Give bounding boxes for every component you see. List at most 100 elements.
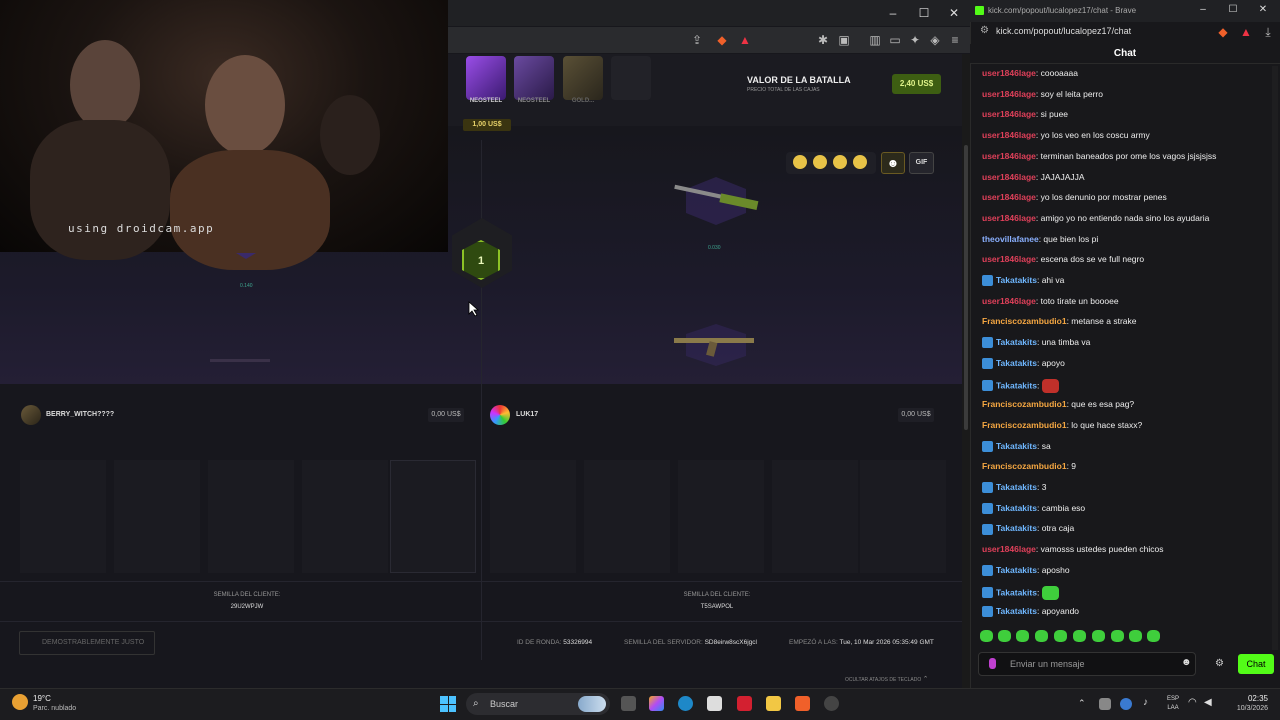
emote-icon[interactable] bbox=[1035, 630, 1048, 642]
vpn-icon[interactable]: ◈ bbox=[927, 32, 943, 48]
brave-shield-icon[interactable]: ◆ bbox=[714, 32, 730, 48]
minimize-button[interactable]: – bbox=[886, 6, 900, 20]
emote-icon[interactable] bbox=[980, 630, 993, 642]
emote-icon[interactable] bbox=[1147, 630, 1160, 642]
gif-button[interactable]: GIF bbox=[909, 152, 934, 174]
close-button[interactable]: ✕ bbox=[947, 6, 961, 20]
chat-rewards-icon[interactable]: ▲ bbox=[1238, 24, 1254, 40]
emoji-icon[interactable]: ☻ bbox=[881, 152, 905, 174]
chat-username[interactable]: Takatakits bbox=[996, 587, 1037, 597]
emote-icon[interactable] bbox=[1073, 630, 1086, 642]
chat-username[interactable]: Takatakits bbox=[996, 275, 1037, 285]
site-info-icon[interactable]: ⚙ bbox=[980, 25, 989, 36]
reaction-emoji-1[interactable] bbox=[793, 155, 807, 169]
download-icon[interactable]: ⤓ bbox=[1260, 24, 1276, 40]
tray-app-icon[interactable] bbox=[1099, 698, 1111, 710]
chat-emote-icon[interactable] bbox=[1041, 378, 1059, 393]
leo-icon[interactable]: ✦ bbox=[907, 32, 923, 48]
wallet-icon[interactable]: ▭ bbox=[887, 32, 903, 48]
chat-username[interactable]: user1846lage bbox=[982, 151, 1036, 161]
wps-icon[interactable] bbox=[737, 696, 752, 711]
provably-fair-button[interactable]: DEMOSTRABLEMENTE JUSTO bbox=[19, 631, 155, 655]
wifi-icon[interactable]: ◠ bbox=[1188, 697, 1197, 708]
chat-maximize-button[interactable]: ☐ bbox=[1226, 4, 1240, 15]
reaction-emoji-3[interactable] bbox=[833, 155, 847, 169]
chat-username[interactable]: Franciscozambudio1 bbox=[982, 399, 1067, 409]
chat-username[interactable]: Franciscozambudio1 bbox=[982, 420, 1067, 430]
reaction-emoji-4[interactable] bbox=[853, 155, 867, 169]
tray-chevron-icon[interactable]: ⌃ bbox=[1078, 698, 1086, 709]
chat-username[interactable]: user1846lage bbox=[982, 192, 1036, 202]
weather-icon[interactable] bbox=[12, 694, 28, 710]
tab-search-icon[interactable]: ▣ bbox=[836, 32, 852, 48]
microphone-tray-icon[interactable]: ♪ bbox=[1143, 697, 1148, 708]
chat-username[interactable]: Takatakits bbox=[996, 441, 1037, 451]
chat-username[interactable]: user1846lage bbox=[982, 544, 1036, 554]
reaction-emoji-2[interactable] bbox=[813, 155, 827, 169]
emote-icon[interactable] bbox=[1016, 630, 1029, 642]
chat-username[interactable]: Franciscozambudio1 bbox=[982, 461, 1067, 471]
page-scroll-thumb[interactable] bbox=[964, 145, 968, 430]
edge-icon[interactable] bbox=[678, 696, 693, 711]
copilot-icon[interactable] bbox=[649, 696, 664, 711]
player-avatar-1[interactable] bbox=[21, 405, 41, 425]
chat-username[interactable]: user1846lage bbox=[982, 130, 1036, 140]
windows-start-icon[interactable] bbox=[440, 696, 456, 712]
chat-minimize-button[interactable]: – bbox=[1196, 4, 1210, 15]
microphone-icon[interactable] bbox=[989, 658, 996, 669]
language-indicator[interactable]: ESP LAA bbox=[1164, 695, 1182, 713]
chat-username[interactable]: Takatakits bbox=[996, 606, 1037, 616]
chat-username[interactable]: user1846lage bbox=[982, 68, 1036, 78]
player-avatar-2[interactable] bbox=[490, 405, 510, 425]
chat-username[interactable]: Takatakits bbox=[996, 523, 1037, 533]
chat-username[interactable]: user1846lage bbox=[982, 89, 1036, 99]
store-icon[interactable] bbox=[707, 696, 722, 711]
task-view-icon[interactable] bbox=[621, 696, 636, 711]
chat-username[interactable]: Takatakits bbox=[996, 358, 1037, 368]
chat-username[interactable]: Takatakits bbox=[996, 337, 1037, 347]
case-thumb-2[interactable] bbox=[514, 56, 554, 100]
chat-close-button[interactable]: ✕ bbox=[1256, 4, 1270, 15]
chat-brave-shield-icon[interactable]: ◆ bbox=[1215, 24, 1231, 40]
chat-username[interactable]: user1846lage bbox=[982, 109, 1036, 119]
chat-username[interactable]: Takatakits bbox=[996, 380, 1037, 390]
extensions-icon[interactable]: ✱ bbox=[815, 32, 831, 48]
chat-username[interactable]: user1846lage bbox=[982, 213, 1036, 223]
hide-shortcuts-toggle[interactable]: OCULTAR ATAJOS DE TECLADO ⌃ bbox=[845, 675, 928, 683]
obs-icon[interactable] bbox=[824, 696, 839, 711]
emote-icon[interactable] bbox=[1111, 630, 1124, 642]
emoji-picker-icon[interactable]: ☻ bbox=[1181, 657, 1192, 668]
share-icon[interactable]: ⇪ bbox=[689, 32, 705, 48]
chat-username[interactable]: user1846lage bbox=[982, 172, 1036, 182]
sidebar-icon[interactable]: ▥ bbox=[867, 32, 883, 48]
chat-username[interactable]: theovillafanee bbox=[982, 234, 1039, 244]
send-chat-button[interactable]: Chat bbox=[1238, 654, 1274, 674]
weather-condition[interactable]: Parc. nublado bbox=[33, 705, 76, 712]
file-explorer-icon[interactable] bbox=[766, 696, 781, 711]
chat-username[interactable]: Takatakits bbox=[996, 565, 1037, 575]
player-name-1[interactable]: BERRY_WITCH???? bbox=[46, 411, 114, 418]
menu-icon[interactable]: ≡ bbox=[947, 32, 963, 48]
weather-temperature[interactable]: 19°C bbox=[33, 694, 51, 703]
maximize-button[interactable]: ☐ bbox=[917, 6, 931, 20]
emote-icon[interactable] bbox=[1092, 630, 1105, 642]
chat-url[interactable]: kick.com/popout/lucalopez17/chat bbox=[996, 26, 1131, 36]
case-thumb-3[interactable] bbox=[563, 56, 603, 100]
brave-rewards-icon[interactable]: ▲ bbox=[737, 32, 753, 48]
tray-network-app-icon[interactable] bbox=[1120, 698, 1132, 710]
gear-icon[interactable]: ⚙ bbox=[1215, 658, 1224, 669]
chat-username[interactable]: Takatakits bbox=[996, 503, 1037, 513]
case-thumb-4[interactable] bbox=[611, 56, 651, 100]
chat-emote-icon[interactable] bbox=[1041, 585, 1059, 600]
emote-icon[interactable] bbox=[1129, 630, 1142, 642]
chat-scrollbar[interactable] bbox=[1272, 66, 1278, 650]
chat-username[interactable]: user1846lage bbox=[982, 254, 1036, 264]
case-thumb-1[interactable] bbox=[466, 56, 506, 100]
taskbar-date[interactable]: 10/3/2026 bbox=[1216, 705, 1268, 712]
emote-icon[interactable] bbox=[998, 630, 1011, 642]
chat-username[interactable]: user1846lage bbox=[982, 296, 1036, 306]
taskbar-clock[interactable]: 02:35 bbox=[1216, 694, 1268, 703]
brave-taskbar-icon[interactable] bbox=[795, 696, 810, 711]
chat-username[interactable]: Takatakits bbox=[996, 482, 1037, 492]
volume-icon[interactable]: ◀ bbox=[1204, 697, 1212, 708]
